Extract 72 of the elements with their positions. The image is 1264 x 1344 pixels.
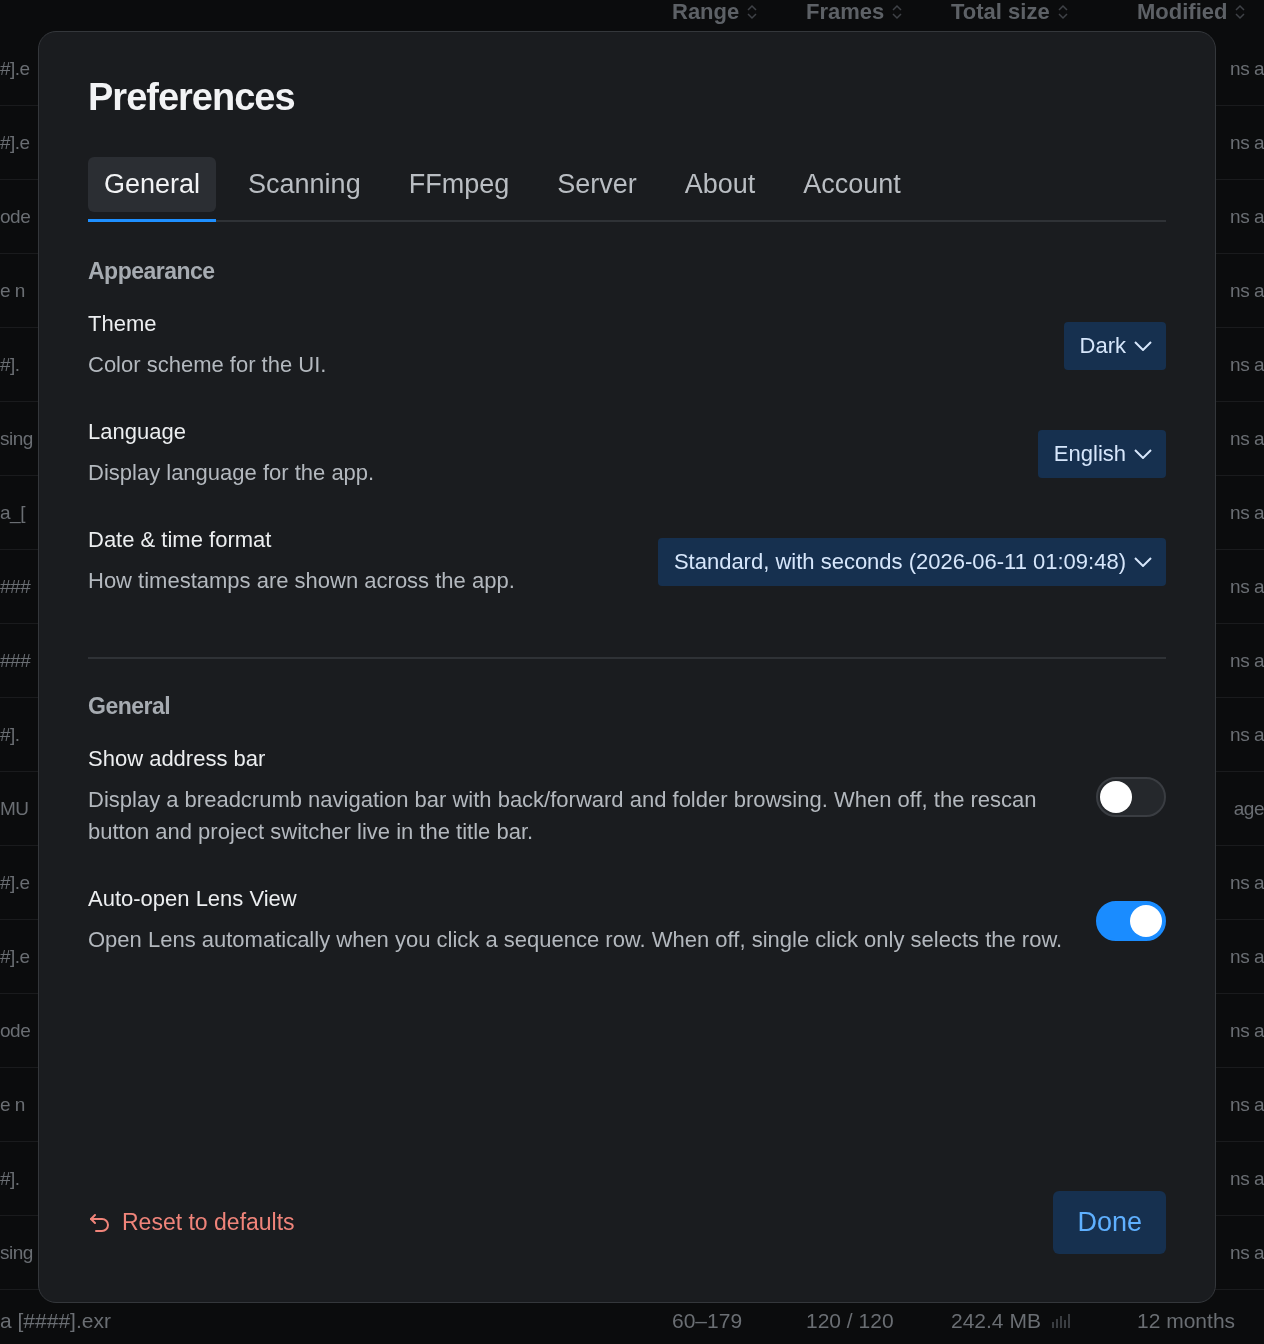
table-cell-text: 12 months — [1137, 1309, 1237, 1333]
tab[interactable]: FFmpeg — [392, 157, 526, 222]
done-button[interactable]: Done — [1053, 1191, 1166, 1254]
table-cell: ns a — [1230, 1019, 1264, 1042]
table-cell: ns a — [1230, 871, 1264, 894]
table-cell: #]. — [0, 723, 20, 746]
table-cell: ns a — [1230, 131, 1264, 154]
table-cell: #].e — [0, 945, 30, 968]
table-cell: #].e — [0, 57, 30, 80]
table-cell: ns a — [1230, 1241, 1264, 1264]
toggle-switch[interactable] — [1096, 901, 1166, 941]
setting-description: How timestamps are shown across the app. — [88, 567, 515, 595]
sort-icon — [892, 4, 903, 20]
table-cell: ns a — [1230, 57, 1264, 80]
table-cell: #]. — [0, 1167, 20, 1190]
setting-label: Show address bar — [88, 746, 267, 772]
setting-label: Theme — [88, 311, 158, 337]
tab[interactable]: Scanning — [232, 157, 377, 222]
table-cell: ns a — [1230, 353, 1264, 376]
table-cell: MU — [0, 797, 29, 820]
table-cell: sing — [0, 1241, 33, 1264]
table-cell-text: 60–179 — [672, 1309, 744, 1333]
table-cell: sing — [0, 427, 33, 450]
reset-link[interactable]: Reset to defaults — [88, 1209, 295, 1236]
table-cell-text: a [####].exr — [0, 1309, 112, 1333]
sort-icon — [1057, 4, 1068, 20]
dropdown[interactable]: Dark — [1063, 322, 1166, 370]
table-cell: ns a — [1230, 1093, 1264, 1116]
setting-label: Auto-open Lens View — [88, 886, 298, 912]
table-cell: ns a — [1230, 575, 1264, 598]
table-cell: ns a — [1230, 1167, 1264, 1190]
tab[interactable]: Account — [787, 157, 917, 222]
table-cell: #].e — [0, 871, 30, 894]
table-cell: ns a — [1230, 205, 1264, 228]
chevron-down-icon — [1134, 341, 1152, 351]
table-cell: ### — [0, 575, 31, 598]
table-cell: #]. — [0, 353, 20, 376]
table-cell: ode — [0, 205, 31, 228]
chevron-down-icon — [1134, 557, 1152, 567]
tab[interactable]: Server — [541, 157, 653, 222]
table-cell: ns a — [1230, 427, 1264, 450]
table-cell: e n — [0, 1093, 25, 1116]
table-cell: age — [1233, 797, 1264, 820]
table-cell-text: 120 / 120 — [806, 1309, 895, 1333]
table-cell: ns a — [1230, 279, 1264, 302]
section-heading: Appearance — [88, 258, 216, 285]
setting-label: Language — [88, 419, 187, 445]
setting-label: Date & time format — [88, 527, 273, 553]
bar-chart-icon — [1050, 1314, 1071, 1328]
table-cell: #].e — [0, 131, 30, 154]
table-cell: ### — [0, 649, 31, 672]
setting-description: Open Lens automatically when you click a sequence row. When off, single click only selects the row. — [88, 926, 1063, 954]
toggle-switch[interactable] — [1096, 777, 1166, 817]
table-cell: ns a — [1230, 501, 1264, 524]
table-cell: ns a — [1230, 649, 1264, 672]
chevron-down-icon — [1134, 449, 1152, 459]
table-cell: a_[ — [0, 501, 25, 524]
table-cell: ode — [0, 1019, 31, 1042]
sort-icon — [1235, 4, 1246, 20]
table-cell: ns a — [1230, 723, 1264, 746]
dialog-title: Preferences — [88, 76, 296, 119]
tab[interactable]: About — [668, 157, 772, 222]
table-cell: e n — [0, 279, 25, 302]
setting-description: Color scheme for the UI. — [88, 351, 327, 379]
dropdown[interactable]: Standard, with seconds (2026-06-11 01:09:48) — [657, 538, 1166, 586]
section-heading: General — [88, 693, 172, 720]
sort-icon — [747, 4, 758, 20]
setting-description: Display a breadcrumb navigation bar with back/forward and folder browsing. When off, the rescan button and project switcher live in the title bar. — [88, 786, 1038, 846]
table-cell: 242.4 MB — [951, 1309, 1041, 1333]
dropdown[interactable]: English — [1037, 430, 1166, 478]
setting-description: Display language for the app. — [88, 459, 375, 487]
table-cell: ns a — [1230, 945, 1264, 968]
